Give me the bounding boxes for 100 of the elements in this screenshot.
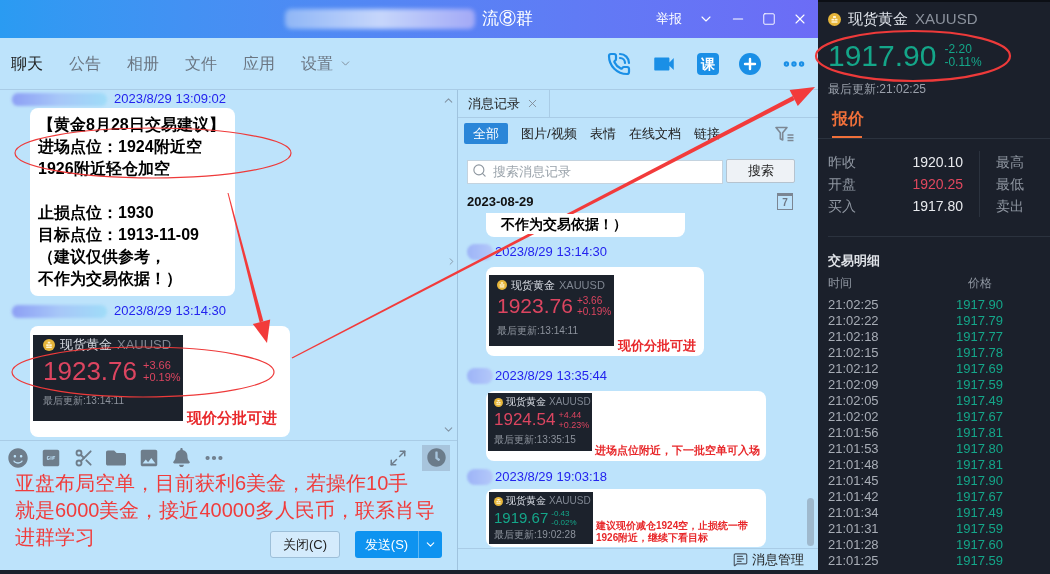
trade-price: 1917.49 [956, 393, 1003, 409]
stat-label: 开盘 [828, 175, 856, 194]
stat-label: 卖出 [996, 197, 1024, 216]
message-caption: 建议现价减仓1924空，止损统一带1926附近，继续下看目标 [596, 520, 750, 544]
close-button[interactable]: 关闭(C) [270, 531, 340, 558]
percent-change: +0.19% [576, 306, 612, 317]
smiley-icon[interactable] [8, 447, 28, 468]
percent-change: -0.02% [551, 517, 577, 527]
stat-value: 1917.80 [912, 197, 963, 216]
message-text: 进场点位：1924附近空 [38, 137, 203, 157]
trade-price: 1917.80 [956, 441, 1003, 457]
filter-tab[interactable]: 全部 [464, 123, 508, 144]
bell-icon[interactable] [172, 448, 191, 467]
quote-tab[interactable]: 报价 [832, 109, 864, 138]
plus-circle-icon[interactable] [739, 52, 761, 75]
message-icon[interactable] [733, 552, 748, 567]
instrument-name: 现货黄金 [848, 8, 908, 29]
trade-price: 1917.60 [956, 537, 1003, 553]
filter-tab[interactable]: 图片/视频 [521, 123, 577, 144]
trade-time: 21:01:56 [828, 425, 880, 441]
message-time: 2023/8/29 19:03:18 [495, 470, 608, 484]
last-updated: 最后更新:21:02:25 [828, 82, 928, 96]
trade-time: 21:02:25 [828, 297, 880, 313]
message-caption: 现价分批可进 [187, 409, 277, 427]
send-button[interactable]: 发送(S) [355, 531, 418, 558]
trade-price: 1917.78 [956, 345, 1003, 361]
stat-label: 最低 [996, 175, 1024, 194]
trade-time: 21:02:02 [828, 409, 880, 425]
instrument-symbol: XAUUSD [559, 278, 605, 292]
stat-value: 1920.10 [912, 153, 963, 172]
column-header: 时间 [828, 275, 853, 291]
price: 1923.76 [43, 355, 137, 387]
price: 1923.76 [497, 293, 573, 319]
coin-icon [497, 280, 507, 290]
message-time: 2023/8/29 13:09:02 [114, 92, 227, 106]
trade-time: 21:01:53 [828, 441, 880, 457]
instrument-symbol: XAUUSD [915, 8, 978, 29]
history-button[interactable] [422, 444, 450, 471]
expand-icon[interactable] [389, 448, 407, 467]
nav-tab[interactable]: 文件 [185, 53, 217, 74]
coin-icon [828, 12, 841, 26]
trade-price: 1917.67 [956, 489, 1003, 505]
trade-time: 21:02:18 [828, 329, 880, 345]
calendar-button[interactable]: 7 [777, 193, 793, 210]
scissors-icon[interactable] [74, 447, 94, 468]
message-input-area[interactable]: 亚盘布局空单，目前获利6美金，若操作10手 就是6000美金，接近40000多人民币，联系肖导 进群学习 关闭(C) 发送(S) [0, 470, 457, 570]
trade-time: 21:01:31 [828, 521, 880, 537]
trade-time: 21:01:25 [828, 553, 880, 569]
filter-icon[interactable] [775, 125, 794, 142]
trade-price: 1917.59 [956, 553, 1003, 569]
search-field[interactable]: 搜索消息记录 [467, 159, 723, 184]
percent-change: +0.19% [143, 371, 181, 383]
message-manager-link[interactable]: 消息管理 [752, 549, 804, 570]
trade-time: 21:02:12 [828, 361, 880, 377]
percent-change: +0.23% [558, 420, 590, 430]
send-options-button[interactable] [418, 531, 442, 558]
filter-tab[interactable]: 在线文档 [628, 123, 681, 144]
phone-icon[interactable] [607, 51, 631, 76]
maximize-icon[interactable] [762, 12, 776, 26]
nav-tab[interactable]: 设置 [301, 53, 333, 74]
price-change: -2.20 [944, 43, 973, 56]
stat-value: 1920.25 [912, 175, 963, 194]
column-header: 价格 [968, 275, 992, 291]
instrument-symbol: XAUUSD [549, 396, 591, 408]
history-tab[interactable]: 消息记录 [458, 90, 550, 117]
section-title: 交易明细 [828, 253, 881, 269]
message-time: 2023/8/29 13:35:44 [495, 369, 608, 383]
trade-time: 21:01:48 [828, 457, 880, 473]
trade-price: 1917.69 [956, 361, 1003, 377]
nav-tab[interactable]: 公告 [69, 53, 101, 74]
message-text: 目标点位：1913-11-09 [38, 225, 200, 245]
trade-price: 1917.81 [956, 457, 1003, 473]
date-heading: 2023-08-29 [467, 192, 534, 211]
report-link[interactable]: 举报 [656, 9, 682, 29]
message-text: 不作为交易依据！） [38, 269, 183, 289]
message-time: 2023/8/29 13:14:30 [114, 304, 227, 318]
scrollbar-thumb[interactable] [807, 498, 814, 546]
course-button[interactable]: 课 [697, 52, 719, 75]
instrument-name: 现货黄金 [506, 396, 546, 408]
coin-icon [43, 339, 55, 351]
trade-time: 21:01:28 [828, 537, 880, 553]
trade-price: 1917.79 [956, 313, 1003, 329]
nav-tab[interactable]: 相册 [127, 53, 159, 74]
message-caption: 现价分批可进 [618, 338, 696, 354]
close-icon[interactable] [526, 97, 539, 110]
trade-time: 21:02:15 [828, 345, 880, 361]
trade-price: 1917.81 [956, 425, 1003, 441]
trade-price: 1917.90 [956, 297, 1003, 313]
input-text: 进群学习 [15, 525, 95, 550]
nav-tab[interactable]: 应用 [243, 53, 275, 74]
message-time: 2023/8/29 13:14:30 [495, 245, 608, 259]
instrument-symbol: XAUUSD [549, 495, 591, 507]
search-button[interactable]: 搜索 [726, 159, 795, 183]
trade-price: 1917.90 [956, 473, 1003, 489]
nav-tab[interactable]: 聊天 [11, 53, 43, 74]
price-change: +3.66 [576, 295, 604, 306]
search-icon [472, 163, 487, 178]
trade-price: 1917.67 [956, 409, 1003, 425]
last-updated: 最后更新:13:35:15 [494, 434, 577, 446]
filter-tab[interactable]: 表情 [589, 123, 616, 144]
